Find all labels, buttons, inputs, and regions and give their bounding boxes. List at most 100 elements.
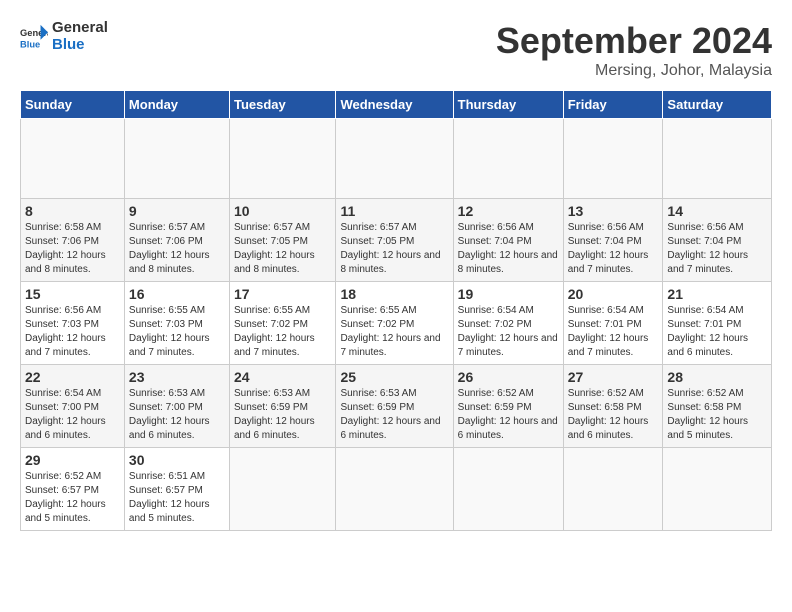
logo-blue: Blue <box>52 36 85 53</box>
day-info: Sunrise: 6:54 AMSunset: 7:00 PMDaylight:… <box>25 387 120 443</box>
table-row: 22 Sunrise: 6:54 AMSunset: 7:00 PMDayligh… <box>21 365 125 448</box>
calendar-week-row: 22 Sunrise: 6:54 AMSunset: 7:00 PMDayligh… <box>21 365 772 448</box>
calendar-week-row <box>21 119 772 199</box>
table-row <box>453 448 563 531</box>
table-row <box>229 119 335 199</box>
day-number: 14 <box>667 203 767 219</box>
table-row: 18 Sunrise: 6:55 AMSunset: 7:02 PMDayligh… <box>336 282 453 365</box>
day-info: Sunrise: 6:55 AMSunset: 7:02 PMDaylight:… <box>340 304 448 360</box>
day-number: 28 <box>667 369 767 385</box>
day-info: Sunrise: 6:54 AMSunset: 7:01 PMDaylight:… <box>667 304 767 360</box>
day-info: Sunrise: 6:57 AMSunset: 7:05 PMDaylight:… <box>340 221 448 277</box>
day-info: Sunrise: 6:53 AMSunset: 6:59 PMDaylight:… <box>234 387 331 443</box>
day-info: Sunrise: 6:56 AMSunset: 7:04 PMDaylight:… <box>458 221 559 277</box>
day-number: 12 <box>458 203 559 219</box>
day-info: Sunrise: 6:54 AMSunset: 7:02 PMDaylight:… <box>458 304 559 360</box>
day-info: Sunrise: 6:52 AMSunset: 6:59 PMDaylight:… <box>458 387 559 443</box>
table-row <box>229 448 335 531</box>
day-number: 29 <box>25 452 120 468</box>
table-row: 25 Sunrise: 6:53 AMSunset: 6:59 PMDayligh… <box>336 365 453 448</box>
table-row <box>563 119 663 199</box>
table-row: 13Sunrise: 6:56 AMSunset: 7:04 PMDayligh… <box>563 199 663 282</box>
day-info: Sunrise: 6:55 AMSunset: 7:03 PMDaylight:… <box>129 304 225 360</box>
table-row <box>663 119 772 199</box>
day-number: 20 <box>568 286 659 302</box>
col-sunday: Sunday <box>21 91 125 119</box>
table-row: 9 Sunrise: 6:57 AMSunset: 7:06 PMDaylight… <box>124 199 229 282</box>
table-row: 27 Sunrise: 6:52 AMSunset: 6:58 PMDayligh… <box>563 365 663 448</box>
table-row: 29 Sunrise: 6:52 AMSunset: 6:57 PMDayligh… <box>21 448 125 531</box>
col-saturday: Saturday <box>663 91 772 119</box>
table-row: 28 Sunrise: 6:52 AMSunset: 6:58 PMDayligh… <box>663 365 772 448</box>
logo-general: General <box>52 19 108 36</box>
day-info: Sunrise: 6:52 AMSunset: 6:57 PMDaylight:… <box>25 470 120 526</box>
day-number: 11 <box>340 203 448 219</box>
table-row: 8 Sunrise: 6:58 AMSunset: 7:06 PMDaylight… <box>21 199 125 282</box>
col-wednesday: Wednesday <box>336 91 453 119</box>
table-row <box>563 448 663 531</box>
day-number: 8 <box>25 203 120 219</box>
table-row: 20 Sunrise: 6:54 AMSunset: 7:01 PMDayligh… <box>563 282 663 365</box>
table-row: 16 Sunrise: 6:55 AMSunset: 7:03 PMDayligh… <box>124 282 229 365</box>
month-title: September 2024 <box>496 20 772 62</box>
day-number: 18 <box>340 286 448 302</box>
day-number: 9 <box>129 203 225 219</box>
logo-icon: General Blue <box>20 23 48 51</box>
day-info: Sunrise: 6:52 AMSunset: 6:58 PMDaylight:… <box>667 387 767 443</box>
table-row: 24 Sunrise: 6:53 AMSunset: 6:59 PMDayligh… <box>229 365 335 448</box>
day-number: 26 <box>458 369 559 385</box>
page-header: General Blue General Blue September 2024… <box>20 20 772 80</box>
day-number: 19 <box>458 286 559 302</box>
day-number: 22 <box>25 369 120 385</box>
day-info: Sunrise: 6:57 AMSunset: 7:05 PMDaylight:… <box>234 221 331 277</box>
col-tuesday: Tuesday <box>229 91 335 119</box>
day-info: Sunrise: 6:54 AMSunset: 7:01 PMDaylight:… <box>568 304 659 360</box>
location: Mersing, Johor, Malaysia <box>496 62 772 80</box>
day-info: Sunrise: 6:55 AMSunset: 7:02 PMDaylight:… <box>234 304 331 360</box>
table-row: 23Sunrise: 6:53 AMSunset: 7:00 PMDayligh… <box>124 365 229 448</box>
day-info: Sunrise: 6:52 AMSunset: 6:58 PMDaylight:… <box>568 387 659 443</box>
day-number: 16 <box>129 286 225 302</box>
day-number: 27 <box>568 369 659 385</box>
calendar-table: Sunday Monday Tuesday Wednesday Thursday… <box>20 90 772 531</box>
table-row <box>124 119 229 199</box>
table-row <box>663 448 772 531</box>
day-info: Sunrise: 6:57 AMSunset: 7:06 PMDaylight:… <box>129 221 225 277</box>
logo: General Blue General Blue <box>20 20 108 53</box>
table-row <box>336 119 453 199</box>
table-row <box>336 448 453 531</box>
table-row <box>453 119 563 199</box>
table-row <box>21 119 125 199</box>
day-info: Sunrise: 6:56 AMSunset: 7:04 PMDaylight:… <box>568 221 659 277</box>
table-row: 12 Sunrise: 6:56 AMSunset: 7:04 PMDayligh… <box>453 199 563 282</box>
day-info: Sunrise: 6:58 AMSunset: 7:06 PMDaylight:… <box>25 221 120 277</box>
svg-text:Blue: Blue <box>20 39 40 49</box>
calendar-week-row: 8 Sunrise: 6:58 AMSunset: 7:06 PMDaylight… <box>21 199 772 282</box>
day-info: Sunrise: 6:56 AMSunset: 7:04 PMDaylight:… <box>667 221 767 277</box>
col-monday: Monday <box>124 91 229 119</box>
day-number: 10 <box>234 203 331 219</box>
table-row: 10 Sunrise: 6:57 AMSunset: 7:05 PMDayligh… <box>229 199 335 282</box>
day-number: 30 <box>129 452 225 468</box>
day-number: 25 <box>340 369 448 385</box>
table-row: 17 Sunrise: 6:55 AMSunset: 7:02 PMDayligh… <box>229 282 335 365</box>
col-thursday: Thursday <box>453 91 563 119</box>
table-row: 14 Sunrise: 6:56 AMSunset: 7:04 PMDayligh… <box>663 199 772 282</box>
table-row: 30 Sunrise: 6:51 AMSunset: 6:57 PMDayligh… <box>124 448 229 531</box>
title-area: September 2024 Mersing, Johor, Malaysia <box>496 20 772 80</box>
table-row: 26 Sunrise: 6:52 AMSunset: 6:59 PMDayligh… <box>453 365 563 448</box>
calendar-week-row: 15 Sunrise: 6:56 AMSunset: 7:03 PMDayligh… <box>21 282 772 365</box>
calendar-week-row: 29 Sunrise: 6:52 AMSunset: 6:57 PMDayligh… <box>21 448 772 531</box>
calendar-header-row: Sunday Monday Tuesday Wednesday Thursday… <box>21 91 772 119</box>
day-info: Sunrise: 6:51 AMSunset: 6:57 PMDaylight:… <box>129 470 225 526</box>
day-number: 21 <box>667 286 767 302</box>
day-number: 24 <box>234 369 331 385</box>
table-row: 11 Sunrise: 6:57 AMSunset: 7:05 PMDayligh… <box>336 199 453 282</box>
col-friday: Friday <box>563 91 663 119</box>
day-number: 15 <box>25 286 120 302</box>
table-row: 15 Sunrise: 6:56 AMSunset: 7:03 PMDayligh… <box>21 282 125 365</box>
day-info: Sunrise: 6:53 AMSunset: 7:00 PMDaylight:… <box>129 387 225 443</box>
day-number: 17 <box>234 286 331 302</box>
day-info: Sunrise: 6:53 AMSunset: 6:59 PMDaylight:… <box>340 387 448 443</box>
day-info: Sunrise: 6:56 AMSunset: 7:03 PMDaylight:… <box>25 304 120 360</box>
